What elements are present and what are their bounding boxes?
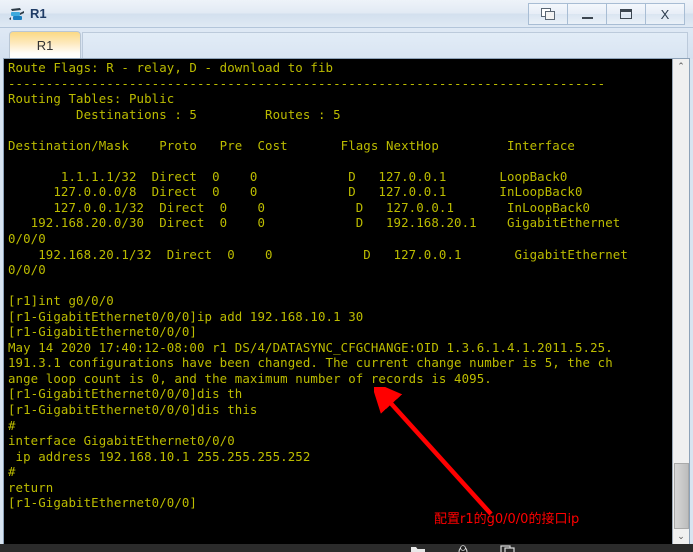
window-title: R1 [30, 6, 47, 21]
windows-stack-icon[interactable] [500, 544, 516, 552]
close-button[interactable]: X [645, 3, 685, 25]
terminal-text: Route Flags: R - relay, D - download to … [8, 60, 628, 511]
tab-strip: R1 [0, 28, 693, 59]
scroll-up-arrow-icon[interactable]: ⌃ [673, 59, 689, 75]
scrollbar-thumb[interactable] [674, 463, 689, 529]
tab-r1[interactable]: R1 [9, 31, 81, 59]
minimize-button[interactable] [567, 3, 606, 25]
cascade-icon [540, 7, 556, 21]
console-scrollbar[interactable]: ⌃ ⌄ [672, 59, 689, 545]
annotation-text: 配置r1的g0/0/0的接口ip [434, 512, 580, 527]
os-taskbar [0, 544, 693, 552]
restore-cascade-button[interactable] [528, 3, 567, 25]
maximize-icon [620, 9, 632, 19]
folder-icon[interactable] [410, 544, 426, 552]
tab-strip-filler [82, 32, 688, 58]
minimize-icon [581, 16, 593, 19]
router-cli-window: R1 X R1 Route Flags: R - relay, D - down… [0, 0, 693, 552]
penguin-icon[interactable] [455, 544, 471, 552]
maximize-button[interactable] [606, 3, 645, 25]
scroll-down-arrow-icon[interactable]: ⌄ [673, 529, 689, 545]
router-icon [8, 5, 26, 23]
tab-r1-label: R1 [36, 38, 54, 53]
terminal-output-area[interactable]: Route Flags: R - relay, D - download to … [4, 59, 672, 545]
close-icon: X [660, 6, 670, 22]
title-bar: R1 X [0, 0, 693, 28]
console-frame: Route Flags: R - relay, D - download to … [3, 58, 690, 546]
